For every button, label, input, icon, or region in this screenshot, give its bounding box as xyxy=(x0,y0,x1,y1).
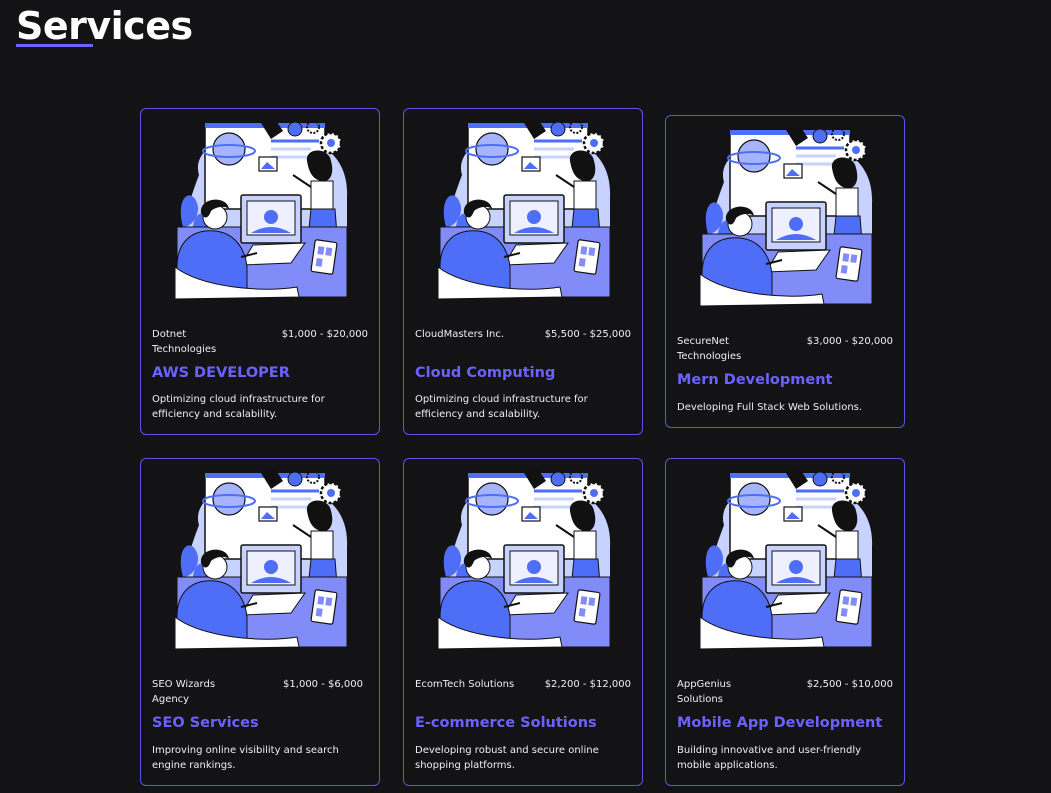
company-name: EcomTech Solutions xyxy=(415,679,515,690)
service-card[interactable]: SEO Wizards Agency $1,000 - $6,000 SEO S… xyxy=(140,458,380,786)
service-description: Optimizing cloud infrastructure for effi… xyxy=(152,394,325,420)
title-underline xyxy=(16,44,93,47)
developer-illustration xyxy=(434,467,614,653)
developer-illustration xyxy=(171,467,351,653)
developer-illustration xyxy=(171,117,351,303)
price-range: $1,000 - $6,000 xyxy=(283,679,363,690)
service-description: Developing robust and secure online shop… xyxy=(415,745,599,771)
service-card[interactable]: EcomTech Solutions $2,200 - $12,000 E-co… xyxy=(403,458,643,786)
service-title[interactable]: AWS DEVELOPER xyxy=(152,365,290,381)
price-range: $2,200 - $12,000 xyxy=(544,679,631,690)
service-title[interactable]: SEO Services xyxy=(152,715,259,731)
service-description: Developing Full Stack Web Solutions. xyxy=(677,402,863,413)
page-title: Services xyxy=(16,4,193,48)
service-description: Optimizing cloud infrastructure for effi… xyxy=(415,394,588,420)
company-name: SEO Wizards Agency xyxy=(152,679,216,705)
company-name: Dotnet Technologies xyxy=(152,329,217,355)
developer-illustration xyxy=(696,124,876,310)
price-range: $3,000 - $20,000 xyxy=(806,336,893,347)
developer-illustration xyxy=(434,117,614,303)
service-card[interactable]: Dotnet Technologies $1,000 - $20,000 AWS… xyxy=(140,108,380,435)
service-title[interactable]: Mern Development xyxy=(677,372,832,388)
price-range: $2,500 - $10,000 xyxy=(806,679,893,690)
company-name: AppGenius Solutions xyxy=(677,679,732,705)
service-title[interactable]: E-commerce Solutions xyxy=(415,715,597,731)
service-title[interactable]: Cloud Computing xyxy=(415,365,555,381)
price-range: $5,500 - $25,000 xyxy=(544,329,631,340)
service-description: Building innovative and user-friendly mo… xyxy=(677,745,862,771)
service-title[interactable]: Mobile App Development xyxy=(677,715,882,731)
service-description: Improving online visibility and search e… xyxy=(152,745,339,771)
developer-illustration xyxy=(696,467,876,653)
company-name: CloudMasters Inc. xyxy=(415,329,505,340)
service-card[interactable]: CloudMasters Inc. $5,500 - $25,000 Cloud… xyxy=(403,108,643,435)
company-name: SecureNet Technologies xyxy=(677,336,742,362)
service-card[interactable]: SecureNet Technologies $3,000 - $20,000 … xyxy=(665,115,905,428)
price-range: $1,000 - $20,000 xyxy=(281,329,368,340)
service-card[interactable]: AppGenius Solutions $2,500 - $10,000 Mob… xyxy=(665,458,905,786)
